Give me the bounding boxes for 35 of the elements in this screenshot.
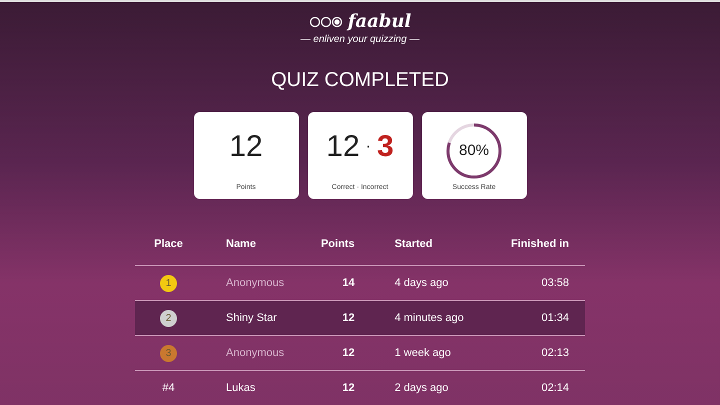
correct-count: 12 (326, 130, 360, 164)
column-header: Place (154, 238, 183, 250)
started-cell: 4 days ago (394, 277, 448, 289)
points-cell: 12 (342, 382, 355, 394)
player-name: Lukas (226, 382, 256, 394)
progress-ring (445, 122, 503, 180)
player-name: Anonymous (226, 347, 284, 359)
points-cell: 14 (342, 277, 355, 289)
player-name: Shiny Star (226, 312, 277, 324)
started-cell: 4 minutes ago (394, 312, 464, 324)
tagline: — enliven your quizzing — (300, 34, 420, 45)
finished-cell: 03:58 (541, 277, 569, 289)
points-cell: 12 (342, 312, 355, 324)
medal-badge: 1 (160, 274, 177, 292)
started-cell: 1 week ago (394, 347, 451, 359)
column-header: Finished in (510, 238, 569, 250)
player-name: Anonymous (226, 277, 284, 289)
medal-badge: 2 (160, 310, 177, 326)
page-title: QUIZ COMPLETED (271, 69, 449, 92)
medal-badge: 3 (160, 344, 177, 362)
column-header: Started (394, 238, 432, 250)
logo-name: faabul (348, 11, 412, 32)
separator: · (366, 138, 371, 156)
finished-cell: 02:13 (541, 347, 569, 359)
stat-value: 80% (458, 142, 490, 159)
logo-icon (308, 16, 343, 28)
place-rank: #4 (162, 382, 175, 394)
column-header: Points (320, 238, 355, 250)
finished-cell: 01:34 (541, 312, 569, 324)
points-cell: 12 (342, 347, 355, 359)
stat-value: 12 (229, 130, 263, 164)
finished-cell: 02:14 (541, 382, 569, 394)
column-header: Name (226, 238, 256, 250)
started-cell: 2 days ago (394, 382, 448, 394)
incorrect-count: 3 (377, 130, 394, 164)
